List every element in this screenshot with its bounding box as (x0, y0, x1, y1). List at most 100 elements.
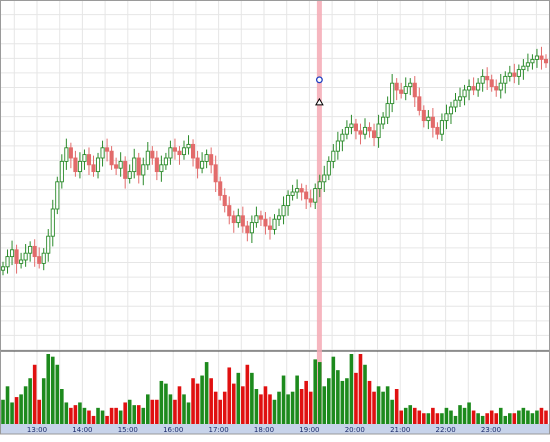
candle-body (46, 235, 51, 254)
volume-bar (281, 375, 286, 424)
volume-bar (191, 378, 195, 424)
volume-bar (245, 364, 250, 424)
volume-bar (381, 391, 385, 424)
candle-body (503, 75, 508, 84)
candle-body (32, 245, 37, 258)
candle-body (227, 205, 232, 217)
volume-bar (440, 413, 444, 424)
x-tick-label: 23:00 (481, 426, 501, 434)
candle-body (95, 157, 101, 173)
chart-svg: 13:00 14:00 15:00 16:00 17:00 18:00 19:00 20:00… (0, 0, 550, 438)
volume-bar (150, 399, 155, 424)
volume-bar (109, 407, 114, 424)
volume-bar (182, 394, 186, 424)
candle-body (213, 164, 218, 183)
volume-bar (399, 410, 403, 424)
candle-body (28, 245, 33, 254)
volume-bar (444, 407, 449, 424)
volume-bar (82, 407, 87, 424)
volume-bar (28, 378, 32, 424)
volume-bar (354, 372, 358, 424)
candle-body (118, 160, 123, 169)
volume-bar (431, 407, 435, 424)
volume-bar (394, 389, 399, 424)
volume-bar (403, 407, 408, 424)
candle-body (521, 65, 526, 71)
volume-bar (485, 413, 489, 424)
candle-body (390, 82, 395, 105)
volume-bar (114, 407, 118, 424)
x-tick-label: 17:00 (209, 426, 229, 434)
volume-bar (435, 413, 440, 424)
volume-bar (218, 399, 222, 424)
volume-bar (471, 410, 476, 424)
candle-body (362, 126, 368, 135)
x-tick-label: 18:00 (254, 426, 274, 434)
volume-bar (91, 415, 96, 424)
candle-body (340, 133, 345, 142)
candle-body (68, 147, 73, 159)
candle-body (109, 150, 114, 166)
candle-body (276, 215, 282, 220)
volume-bar (19, 394, 23, 424)
volume-bar (231, 383, 236, 424)
candle-body (295, 188, 300, 193)
volume-bar (412, 407, 417, 424)
x-tick-label: 16:00 (163, 426, 183, 434)
candle-body (403, 86, 408, 94)
volume-bar (23, 386, 28, 424)
x-tick-label: 22:00 (436, 426, 456, 434)
candle-body (154, 157, 159, 173)
volume-bar (521, 407, 526, 424)
candle-body (317, 181, 322, 190)
volume-bar (195, 383, 200, 424)
candle-body (186, 143, 191, 149)
volume-bar (100, 410, 105, 424)
candle-body (530, 58, 535, 64)
volume-bar (60, 389, 64, 424)
candle-body (195, 157, 200, 169)
volume-bar (87, 410, 91, 424)
volume-bar (200, 375, 204, 424)
candle-body (512, 72, 517, 77)
volume-bar (136, 405, 141, 424)
volume-bar (227, 367, 232, 424)
candle-body (313, 188, 318, 203)
candle-body (41, 252, 46, 264)
candle-body (372, 130, 377, 139)
volume-bar (345, 378, 349, 424)
candle-body (86, 154, 92, 166)
volume-bar (331, 356, 336, 424)
volume-bar (155, 399, 159, 424)
candle-body (258, 215, 263, 220)
volume-bar (141, 407, 146, 424)
volume-bar (517, 410, 521, 424)
volume-bar (286, 394, 290, 424)
candle-body (5, 256, 10, 268)
volume-bar (118, 410, 123, 424)
volume-bar (272, 399, 277, 424)
volume-bar (1, 399, 5, 424)
volume-bar (322, 386, 327, 424)
candle-body (331, 150, 336, 162)
volume-bar (127, 399, 132, 424)
volume-bar (37, 399, 41, 424)
volume-bar (177, 386, 182, 424)
candle-body (37, 256, 42, 264)
candle-body (204, 154, 209, 162)
candle-body (426, 116, 431, 122)
volume-bar (299, 389, 304, 424)
volume-bar (349, 354, 354, 424)
volume-bar (372, 391, 376, 424)
volume-bar (263, 386, 268, 424)
volume-bar (290, 391, 295, 424)
volume-bar (295, 375, 299, 424)
volume-bar (417, 410, 422, 424)
candle-body (417, 96, 422, 111)
candle-body (367, 126, 372, 132)
candle-body (286, 194, 291, 207)
x-tick-label: 19:00 (299, 426, 319, 434)
candle-body (498, 82, 503, 91)
candle-body (507, 72, 512, 77)
volume-bar (268, 394, 272, 424)
